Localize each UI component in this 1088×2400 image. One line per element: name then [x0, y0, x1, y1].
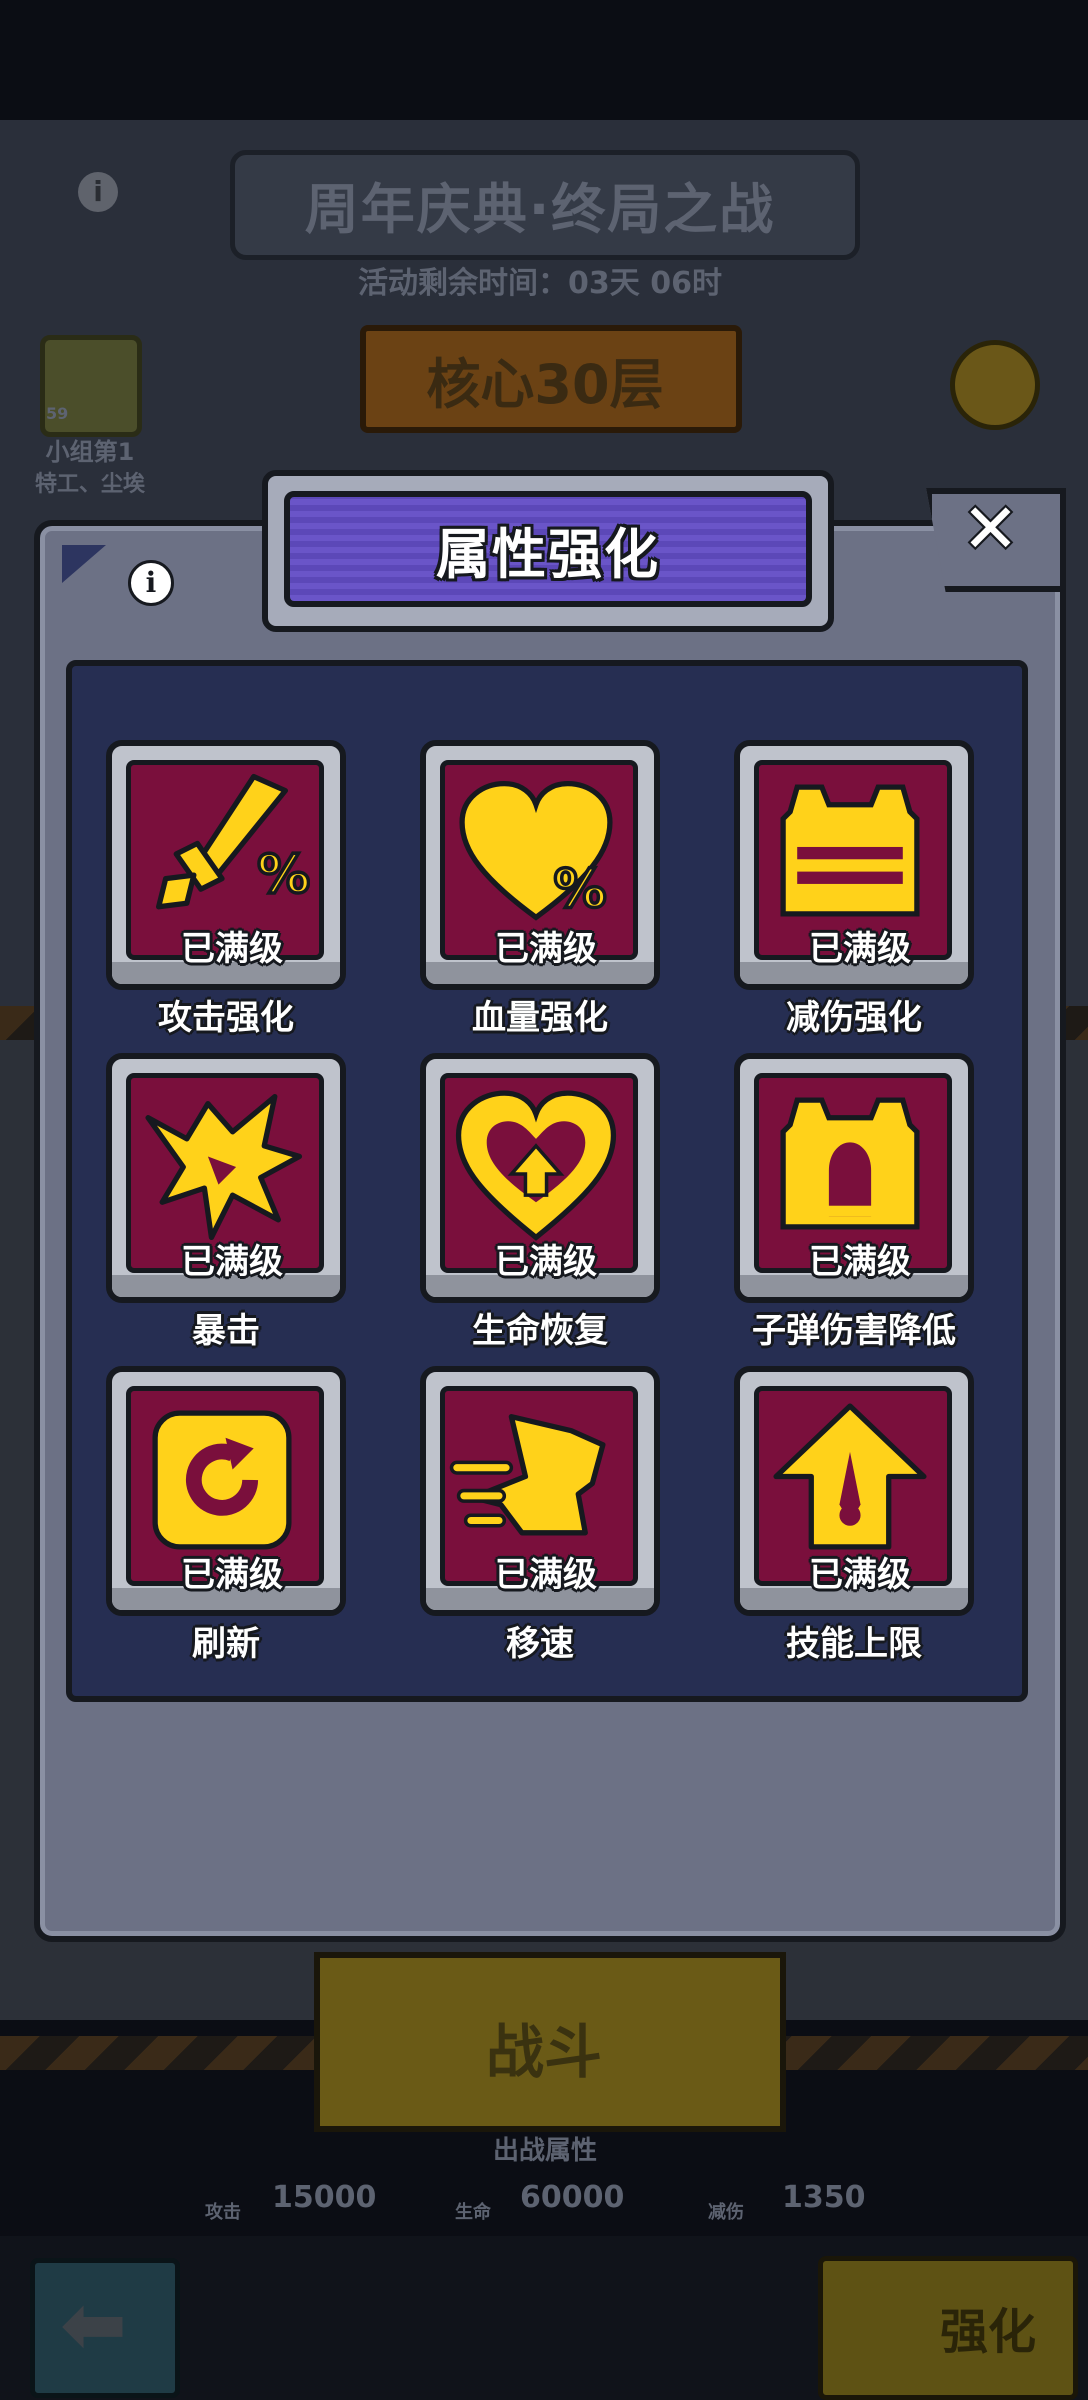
upgrade-label: 技能上限 [786, 1624, 922, 1664]
heart-percent-icon: % [459, 780, 613, 922]
event-timer: 活动剩余时间：03天 06时 [358, 266, 722, 301]
upgrade-tile[interactable]: 已满级 [420, 1053, 660, 1303]
upgrade-label: 攻击强化 [158, 998, 294, 1038]
modal-info-icon[interactable]: i [128, 560, 174, 606]
status-maxed: 已满级 [495, 1555, 597, 1595]
upgrade-tile[interactable]: 已满级 [106, 1366, 346, 1616]
upgrade-label: 血量强化 [472, 998, 608, 1038]
upgrade-label: 移速 [506, 1624, 574, 1664]
svg-text:%: % [257, 845, 310, 906]
stat-defense-label: 减伤 [708, 2202, 744, 2223]
fight-button-label: 战斗 [485, 2018, 602, 2086]
rank-level: 59 [46, 404, 69, 423]
rank-subtitle: 特工、尘埃 [34, 472, 145, 497]
event-info-icon[interactable]: i [78, 172, 118, 212]
upgrade-label: 生命恢复 [472, 1311, 608, 1351]
battle-attr-title: 出战属性 [492, 2136, 597, 2166]
move-speed-icon [449, 1414, 606, 1536]
svg-text:%: % [554, 859, 607, 920]
upgrade-item-refresh[interactable]: 已满级 刷新 [106, 1366, 346, 1666]
status-maxed: 已满级 [181, 929, 283, 969]
upgrade-tile[interactable]: 已满级 [734, 1053, 974, 1303]
refresh-icon [152, 1410, 292, 1550]
sword-percent-icon: % [156, 773, 310, 910]
stat-hp-label: 生命 [455, 2202, 491, 2223]
critical-burst-icon [145, 1093, 303, 1241]
floor-label: 核心30层 [426, 353, 664, 416]
upgrade-tile[interactable]: % 已满级 [106, 740, 346, 990]
stat-hp-value: 60000 [520, 2180, 625, 2215]
upgrade-label: 暴击 [192, 1311, 260, 1351]
upgrade-button-label: 强化 [940, 2304, 1037, 2360]
heart-regen-icon [455, 1090, 617, 1241]
status-maxed: 已满级 [495, 1242, 597, 1282]
bullet-shield-icon [780, 1097, 920, 1230]
upgrade-item-bullet-damage-reduction[interactable]: 已满级 子弹伤害降低 [734, 1053, 974, 1353]
upgrade-tile[interactable]: 已满级 [106, 1053, 346, 1303]
upgrade-item-damage-reduction[interactable]: 已满级 减伤强化 [734, 740, 974, 1040]
upgrade-item-attack[interactable]: % 已满级 攻击强化 [106, 740, 346, 1040]
rank-title: 小组第1 [45, 438, 135, 466]
upgrade-tile[interactable]: 已满级 [734, 1366, 974, 1616]
back-arrow-icon: ⬅ [60, 2278, 128, 2371]
upgrade-label: 子弹伤害降低 [752, 1311, 956, 1351]
upgrade-tile[interactable]: 已满级 [420, 1366, 660, 1616]
modal-corner-decoration [62, 545, 106, 583]
event-title: 周年庆典·终局之战 [304, 178, 776, 241]
upgrade-item-skill-cap[interactable]: 已满级 技能上限 [734, 1366, 974, 1666]
close-icon[interactable]: ✕ [962, 490, 1019, 569]
status-maxed: 已满级 [181, 1555, 283, 1595]
status-maxed: 已满级 [809, 1555, 911, 1595]
upgrade-item-crit[interactable]: 已满级 暴击 [106, 1053, 346, 1353]
status-maxed: 已满级 [809, 1242, 911, 1282]
stat-defense-value: 1350 [782, 2180, 866, 2215]
stat-attack-label: 攻击 [205, 2202, 241, 2223]
status-maxed: 已满级 [809, 929, 911, 969]
upgrade-label: 减伤强化 [786, 998, 922, 1038]
upgrade-label: 刷新 [192, 1624, 260, 1664]
status-maxed: 已满级 [495, 929, 597, 969]
coin-icon[interactable] [950, 340, 1040, 430]
status-maxed: 已满级 [181, 1242, 283, 1282]
armor-vest-icon [780, 784, 920, 917]
upgrade-item-regen[interactable]: 已满级 生命恢复 [420, 1053, 660, 1353]
modal-title: 属性强化 [436, 523, 660, 586]
upgrade-item-hp[interactable]: % 已满级 血量强化 [420, 740, 660, 1040]
stat-attack-value: 15000 [272, 2180, 377, 2215]
skill-cap-icon [773, 1403, 927, 1550]
upgrade-tile[interactable]: 已满级 [734, 740, 974, 990]
upgrade-item-move-speed[interactable]: 已满级 移速 [420, 1366, 660, 1666]
upgrade-tile[interactable]: % 已满级 [420, 740, 660, 990]
